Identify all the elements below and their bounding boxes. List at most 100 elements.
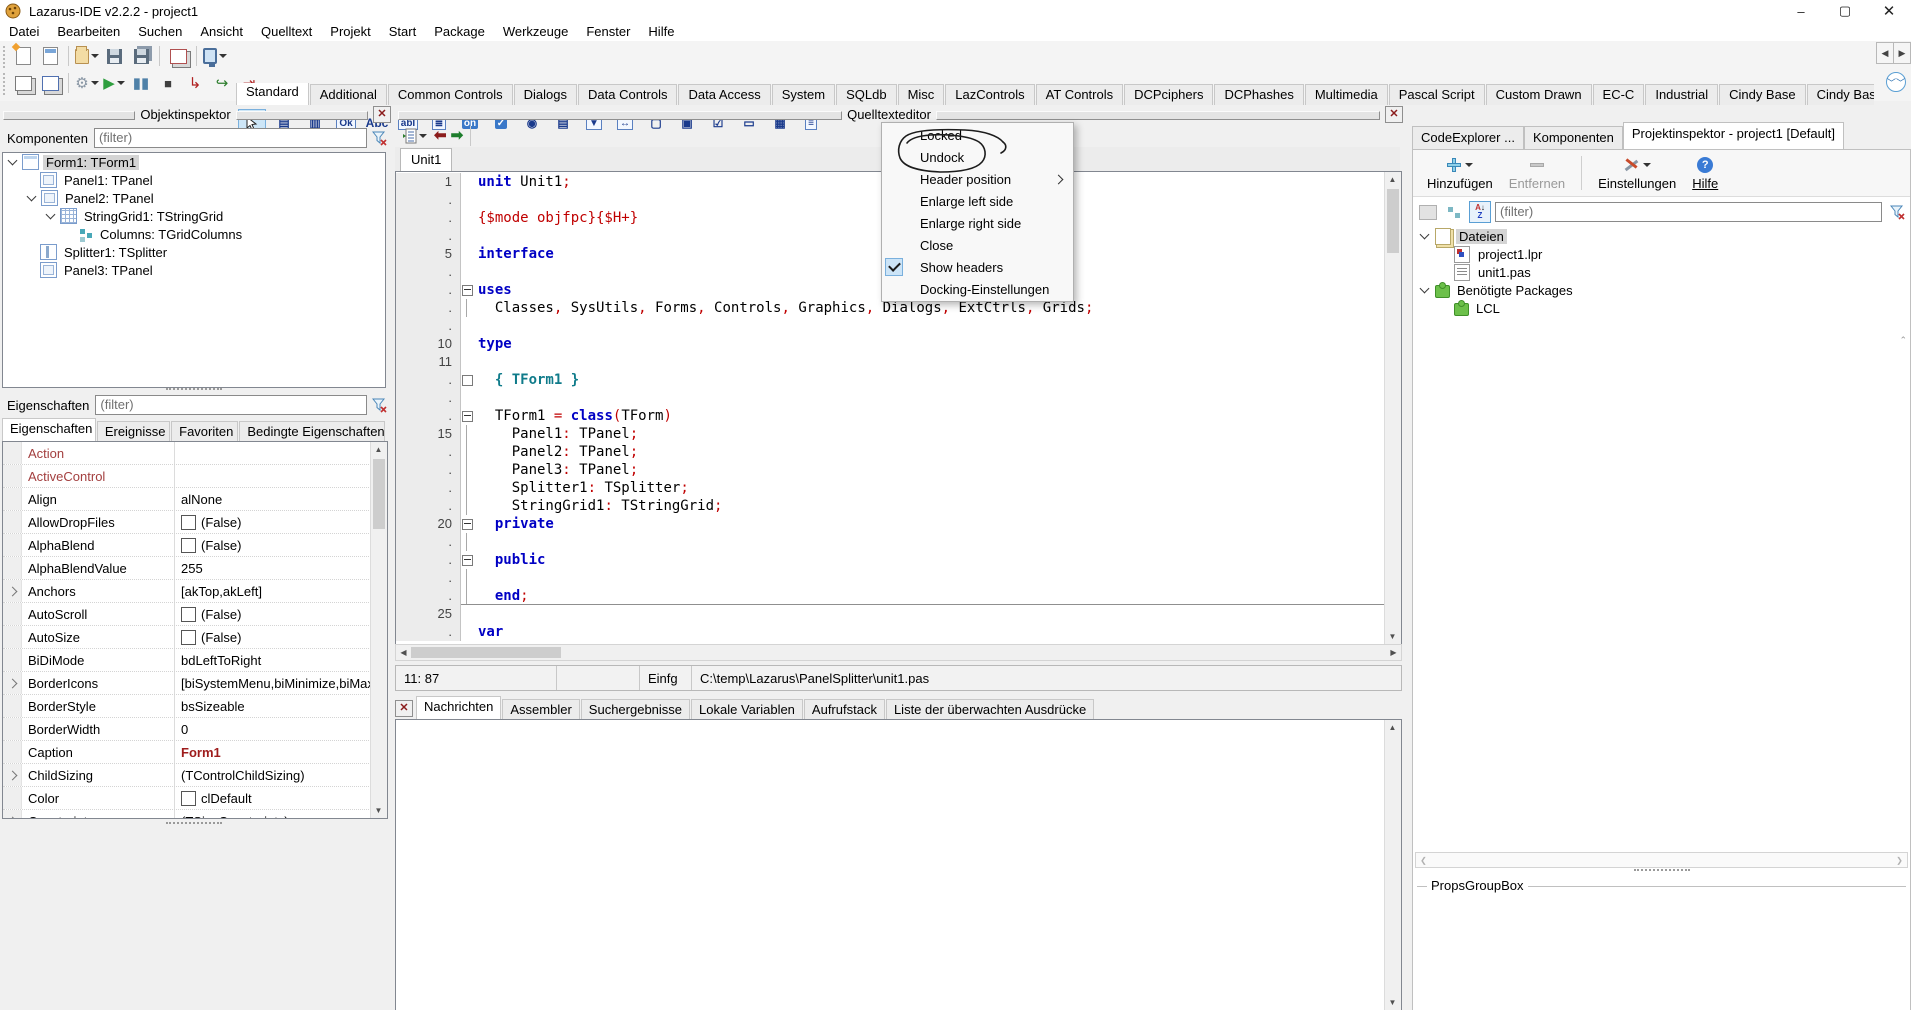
palette-tab-system[interactable]: System xyxy=(772,84,835,105)
close-button[interactable]: ✕ xyxy=(1867,0,1911,22)
expander-icon[interactable] xyxy=(1420,284,1430,294)
expander-icon[interactable] xyxy=(8,156,18,166)
fold-box-icon[interactable] xyxy=(462,375,473,386)
directory-hierarchy-icon[interactable] xyxy=(1417,201,1439,223)
property-row-action[interactable]: Action xyxy=(3,442,371,465)
run-icon[interactable]: ▶ xyxy=(102,71,126,95)
component-tree-item-stringgrid1[interactable]: StringGrid1: TStringGrid xyxy=(3,207,385,225)
property-value[interactable]: bsSizeable xyxy=(174,695,371,717)
navigate-forward-icon[interactable]: ➡ xyxy=(451,128,464,143)
menubar-item-quelltext[interactable]: Quelltext xyxy=(252,22,321,41)
project-filter-input[interactable]: (filter) xyxy=(1495,202,1882,222)
components-filter-input[interactable]: (filter) xyxy=(94,128,367,148)
messages-tab-lokale-variablen[interactable]: Lokale Variablen xyxy=(691,699,803,719)
messages-tab-nachrichten[interactable]: Nachrichten xyxy=(416,696,501,719)
pi-button-hinzuf-gen[interactable]: Hinzufügen xyxy=(1419,154,1501,193)
expander-icon[interactable] xyxy=(1420,230,1430,240)
palette-tab-misc[interactable]: Misc xyxy=(898,84,945,105)
palette-tab-custom-drawn[interactable]: Custom Drawn xyxy=(1486,84,1592,105)
property-value[interactable]: 0 xyxy=(174,718,371,740)
properties-filter-input[interactable]: (filter) xyxy=(95,395,367,415)
messages-content[interactable]: ▲ ▼ xyxy=(395,719,1402,1010)
palette-tab-ec-c[interactable]: EC-C xyxy=(1593,84,1645,105)
property-value[interactable]: clDefault xyxy=(174,787,371,809)
scroll-left-icon[interactable]: ◀ xyxy=(396,645,411,660)
filter-clear-icon[interactable] xyxy=(1890,204,1906,220)
component-tree-item-panel2[interactable]: Panel2: TPanel xyxy=(3,189,385,207)
scroll-down-icon[interactable]: ▼ xyxy=(1385,629,1400,644)
property-row-caption[interactable]: CaptionForm1 xyxy=(3,741,371,764)
project-tree-item-unit1-pas[interactable]: unit1.pas xyxy=(1413,263,1910,281)
pause-icon[interactable]: ▮▮ xyxy=(129,71,153,95)
object-inspector-close-icon[interactable]: ✕ xyxy=(373,106,391,123)
scroll-down-icon[interactable]: ▼ xyxy=(371,803,386,818)
palette-tab-data-access[interactable]: Data Access xyxy=(678,84,770,105)
menubar-item-package[interactable]: Package xyxy=(425,22,494,41)
property-row-activecontrol[interactable]: ActiveControl xyxy=(3,465,371,488)
property-value[interactable]: (TSizeConstraints) xyxy=(174,810,371,818)
property-value[interactable]: (False) xyxy=(174,626,371,648)
dropdown-icon[interactable] xyxy=(1465,163,1473,167)
menubar-item-fenster[interactable]: Fenster xyxy=(577,22,639,41)
menubar-item-datei[interactable]: Datei xyxy=(0,22,48,41)
scroll-right-icon[interactable]: ▶ xyxy=(1386,645,1401,660)
minimize-button[interactable]: – xyxy=(1779,0,1823,22)
palette-tab-pascal-script[interactable]: Pascal Script xyxy=(1389,84,1485,105)
property-row-constraints[interactable]: Constraints(TSizeConstraints) xyxy=(3,810,371,818)
fold-collapse-icon[interactable] xyxy=(462,555,473,566)
scroll-right-icon[interactable]: ❯ xyxy=(1892,853,1907,868)
palette-scroll-right-icon[interactable]: ▶ xyxy=(1893,42,1911,64)
messages-scrollbar[interactable]: ▲ ▼ xyxy=(1384,720,1401,1010)
menubar-item-werkzeuge[interactable]: Werkzeuge xyxy=(494,22,578,41)
object-inspector-header[interactable]: Objektinspektor ✕ xyxy=(0,105,394,123)
code-line-17[interactable]: . Panel3: TPanel; xyxy=(396,461,1385,479)
project-tree-item-lcl[interactable]: LCL xyxy=(1413,299,1910,317)
fold-collapse-icon[interactable] xyxy=(462,411,473,422)
code-line-26[interactable]: .var xyxy=(396,623,1385,641)
step-into-icon[interactable]: ↳ xyxy=(183,71,207,95)
messages-tab-liste-der-berwachten-ausdr-cke[interactable]: Liste der überwachten Ausdrücke xyxy=(886,699,1094,719)
property-row-bordericons[interactable]: BorderIcons[biSystemMenu,biMinimize,biMa… xyxy=(3,672,371,695)
property-row-alphablendvalue[interactable]: AlphaBlendValue255 xyxy=(3,557,371,580)
expander-icon[interactable] xyxy=(27,192,37,202)
fold-collapse-icon[interactable] xyxy=(462,519,473,530)
code-line-25[interactable]: 25 xyxy=(396,605,1385,623)
expand-icon[interactable] xyxy=(7,586,17,596)
navigate-back-icon[interactable]: ⬅ xyxy=(434,128,447,143)
code-line-11[interactable]: 11 xyxy=(396,353,1385,371)
palette-tab-data-controls[interactable]: Data Controls xyxy=(578,84,677,105)
project-tree-item-dateien[interactable]: Dateien xyxy=(1413,227,1910,245)
save-icon[interactable] xyxy=(102,44,126,68)
expand-icon[interactable] xyxy=(7,770,17,780)
filter-clear-icon[interactable] xyxy=(372,130,388,146)
project-tree-item-project1-lpr[interactable]: project1.lpr xyxy=(1413,245,1910,263)
property-value[interactable] xyxy=(174,465,371,487)
property-value[interactable]: Form1 xyxy=(174,741,371,763)
checkbox-icon[interactable] xyxy=(181,630,196,645)
oi-splitter[interactable] xyxy=(0,388,388,390)
property-value[interactable]: [akTop,akLeft] xyxy=(174,580,371,602)
property-tab-favoriten[interactable]: Favoriten xyxy=(171,421,238,441)
context-menu-item-enlarge-right-side[interactable]: Enlarge right side xyxy=(882,212,1073,234)
toolbar-grip[interactable] xyxy=(3,46,5,68)
code-line-13[interactable]: . xyxy=(396,389,1385,407)
property-value[interactable]: alNone xyxy=(174,488,371,510)
palette-tab-cindy-base-edit[interactable]: Cindy Base Edit xyxy=(1807,84,1874,105)
new-unit-icon[interactable] xyxy=(11,44,35,68)
palette-tab-dcpciphers[interactable]: DCPciphers xyxy=(1124,84,1213,105)
source-editor-close-icon[interactable]: ✕ xyxy=(1385,106,1403,123)
component-tree-item-columns[interactable]: Columns: TGridColumns xyxy=(3,225,385,243)
messages-tab-assembler[interactable]: Assembler xyxy=(502,699,579,719)
checkbox-icon[interactable] xyxy=(181,538,196,553)
code-line-24[interactable]: . end; xyxy=(396,587,1385,605)
menubar-item-bearbeiten[interactable]: Bearbeiten xyxy=(48,22,129,41)
scroll-left-icon[interactable]: ❮ xyxy=(1416,853,1431,868)
palette-tab-dcphashes[interactable]: DCPhashes xyxy=(1214,84,1303,105)
palette-overflow-icon[interactable]: ﹀﹀ xyxy=(1886,72,1906,92)
sort-alphabetically-icon[interactable]: A↓Z xyxy=(1469,201,1491,223)
property-row-bidimode[interactable]: BiDiModebdLeftToRight xyxy=(3,649,371,672)
code-line-16[interactable]: . Panel2: TPanel; xyxy=(396,443,1385,461)
menubar-item-projekt[interactable]: Projekt xyxy=(321,22,379,41)
source-editor-header[interactable]: Quelltexteditor ✕ xyxy=(395,105,1406,123)
property-row-align[interactable]: AlignalNone xyxy=(3,488,371,511)
